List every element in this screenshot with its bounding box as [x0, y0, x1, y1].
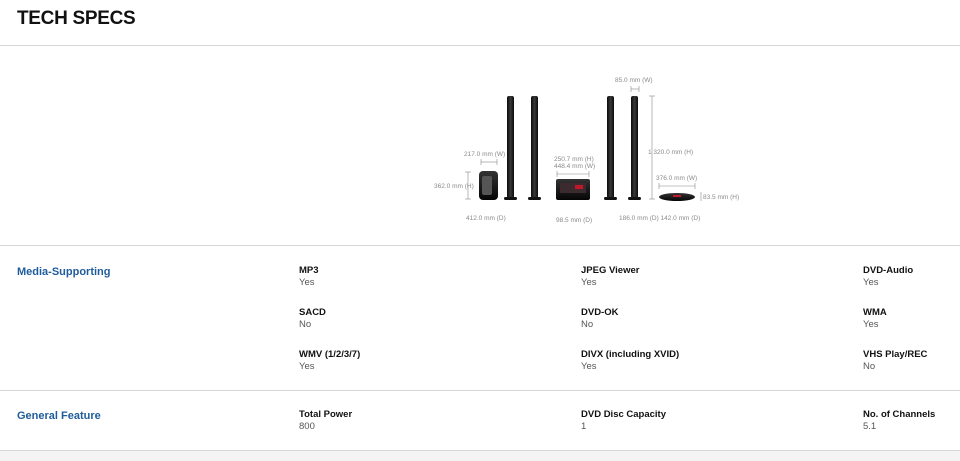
spec-no-of-channels: No. of Channels 5.1 — [863, 409, 958, 433]
spec-label: Total Power — [299, 409, 353, 420]
front-height-label: 362.0 mm (H) — [434, 183, 474, 190]
spec-total-power: Total Power 800 — [299, 409, 539, 433]
spec-value: Yes — [299, 361, 315, 372]
main-height-label: 250.7 mm (H) — [554, 156, 594, 163]
spec-value: No — [299, 319, 312, 330]
left-tower-speakers-image — [504, 96, 541, 200]
media-supporting-section: Media-Supporting MP3 Yes JPEG Viewer Yes… — [0, 246, 960, 391]
front-width-label: 217.0 mm (W) — [464, 151, 505, 158]
spec-label: No. of Channels — [863, 409, 936, 420]
spec-dvd-audio: DVD-Audio Yes — [863, 265, 958, 289]
general-feature-section: General Feature Total Power 800 DVD Disc… — [0, 391, 960, 451]
spec-mp3: MP3 Yes — [299, 265, 539, 289]
tower-width-label: 85.0 mm (W) — [615, 77, 653, 84]
spec-sacd: SACD No — [299, 307, 539, 331]
spec-value: 1 — [581, 421, 587, 432]
spec-value: 5.1 — [863, 421, 877, 432]
spec-dvd-ok: DVD-OK No — [581, 307, 821, 331]
right-tower-speakers-image — [604, 86, 655, 200]
spec-value: Yes — [863, 277, 879, 288]
spec-label: JPEG Viewer — [581, 265, 640, 276]
page-header: TECH SPECS — [0, 0, 960, 46]
spec-value: Yes — [299, 277, 315, 288]
spec-label: DVD-OK — [581, 307, 619, 318]
dimensions-illustration: 217.0 mm (W) 362.0 mm (H) 412.0 mm (D) 2… — [434, 77, 739, 224]
product-dimensions-diagram: 217.0 mm (W) 362.0 mm (H) 412.0 mm (D) 2… — [0, 46, 960, 246]
spec-wma: WMA Yes — [863, 307, 958, 331]
spec-label: WMA — [863, 307, 887, 318]
spec-label: VHS Play/REC — [863, 349, 928, 360]
spec-value: 800 — [299, 421, 315, 432]
spec-label: WMV (1/2/3/7) — [299, 349, 361, 360]
spec-vhs-play-rec: VHS Play/REC No — [863, 349, 958, 373]
front-depth-label: 412.0 mm (D) — [466, 215, 506, 222]
spec-dvd-disc-capacity: DVD Disc Capacity 1 — [581, 409, 821, 433]
base-width-label: 376.0 mm (W) — [656, 175, 697, 182]
spec-label: DVD-Audio — [863, 265, 914, 276]
footer-band — [0, 451, 960, 461]
spec-jpeg-viewer: JPEG Viewer Yes — [581, 265, 821, 289]
spec-value: No — [863, 361, 876, 372]
spec-label: MP3 — [299, 265, 319, 276]
rear-depth-label: 186.0 mm (D) 142.0 mm (D) — [619, 215, 700, 222]
front-speaker-image — [465, 159, 498, 200]
main-depth-label: 98.5 mm (D) — [556, 217, 592, 224]
main-unit-image — [556, 171, 590, 200]
spec-label: DIVX (including XVID) — [581, 349, 680, 360]
spec-label: DVD Disc Capacity — [581, 409, 667, 420]
page-title: TECH SPECS — [17, 8, 136, 29]
main-width-label: 448.4 mm (W) — [554, 163, 595, 170]
spec-divx: DIVX (including XVID) Yes — [581, 349, 821, 373]
flat-base-unit-image — [658, 183, 702, 201]
spec-wmv: WMV (1/2/3/7) Yes — [299, 349, 539, 373]
spec-value: Yes — [581, 361, 597, 372]
tower-height-label: 1 320.0 mm (H) — [648, 149, 693, 156]
section-title-media-supporting: Media-Supporting — [17, 266, 111, 278]
spec-value: Yes — [863, 319, 879, 330]
section-title-general-feature: General Feature — [17, 410, 101, 422]
spec-value: Yes — [581, 277, 597, 288]
base-height-label: 83.5 mm (H) — [703, 194, 739, 201]
spec-label: SACD — [299, 307, 326, 318]
spec-value: No — [581, 319, 594, 330]
